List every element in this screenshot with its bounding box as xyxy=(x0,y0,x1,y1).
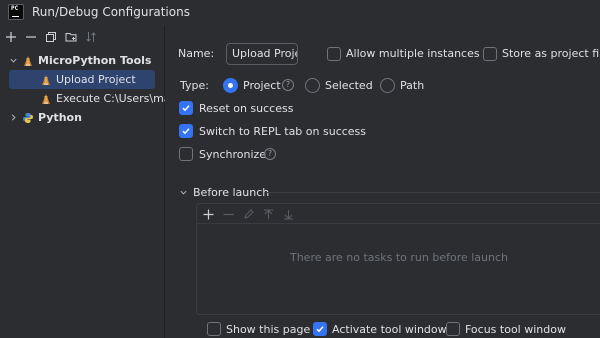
show-this-page-checkbox[interactable] xyxy=(207,322,221,336)
edit-task-icon[interactable] xyxy=(241,207,255,221)
before-launch-title[interactable]: Before launch xyxy=(193,186,269,199)
chevron-down-icon[interactable] xyxy=(8,56,18,66)
show-this-page-label: Show this page xyxy=(226,323,311,336)
add-icon[interactable] xyxy=(4,30,18,44)
before-launch-toolbar xyxy=(197,204,600,224)
synchronize-checkbox[interactable] xyxy=(179,147,193,161)
window-title: Run/Debug Configurations xyxy=(32,5,190,19)
tree-item-execute[interactable]: Execute C:\Users\malc xyxy=(9,89,165,108)
copy-icon[interactable] xyxy=(44,30,58,44)
move-down-icon[interactable] xyxy=(281,207,295,221)
new-folder-icon[interactable] xyxy=(64,30,78,44)
activate-tool-window-checkbox[interactable] xyxy=(313,322,327,336)
focus-tool-window-label: Focus tool window xyxy=(465,323,566,336)
tree-item-label: Execute C:\Users\malc xyxy=(56,92,165,105)
allow-multiple-checkbox[interactable] xyxy=(327,47,341,61)
tree-group-micropython-tools[interactable]: MicroPython Tools xyxy=(8,51,158,70)
pycharm-app-icon: PC xyxy=(8,4,24,20)
reset-on-success-label: Reset on success xyxy=(199,102,294,115)
store-as-project-file-label: Store as project file xyxy=(502,47,600,60)
type-selected-label: Selected xyxy=(325,79,373,92)
type-selected-radio[interactable] xyxy=(305,78,320,93)
micropython-tools-icon xyxy=(22,55,34,67)
tree-group-label: MicroPython Tools xyxy=(38,54,152,67)
section-divider xyxy=(266,192,600,193)
sort-icon[interactable] xyxy=(84,30,98,44)
tree-group-label: Python xyxy=(38,111,82,124)
type-path-radio[interactable] xyxy=(380,78,395,93)
store-as-project-file-checkbox[interactable] xyxy=(483,47,497,61)
title-bar: PC Run/Debug Configurations xyxy=(0,0,600,26)
tree-item-upload-project[interactable]: Upload Project xyxy=(9,70,155,89)
name-field[interactable]: Upload Proje xyxy=(226,43,298,65)
remove-task-icon[interactable] xyxy=(221,207,235,221)
reset-on-success-checkbox[interactable] xyxy=(179,101,193,115)
before-launch-tasks-panel: There are no tasks to run before launch xyxy=(196,203,600,315)
tree-toolbar xyxy=(0,26,164,50)
configurations-panel: MicroPython Tools Upload Project Execute… xyxy=(0,26,165,338)
focus-tool-window-checkbox[interactable] xyxy=(446,322,460,336)
help-icon[interactable]: ? xyxy=(264,148,276,160)
synchronize-label: Synchronize xyxy=(199,148,267,161)
configuration-form: Name: Upload Proje Allow multiple instan… xyxy=(166,26,600,338)
type-project-radio[interactable] xyxy=(223,78,238,93)
empty-tasks-message: There are no tasks to run before launch xyxy=(289,251,509,264)
remove-icon[interactable] xyxy=(24,30,38,44)
add-task-icon[interactable] xyxy=(201,207,215,221)
python-icon xyxy=(22,112,34,124)
type-path-label: Path xyxy=(400,79,425,92)
allow-multiple-label: Allow multiple instances xyxy=(346,47,480,60)
switch-to-repl-label: Switch to REPL tab on success xyxy=(199,125,367,138)
switch-to-repl-checkbox[interactable] xyxy=(179,124,193,138)
name-label: Name: xyxy=(178,47,215,60)
chevron-right-icon[interactable] xyxy=(8,113,18,123)
help-icon[interactable]: ? xyxy=(282,79,294,91)
tree-group-python[interactable]: Python xyxy=(8,108,158,127)
move-up-icon[interactable] xyxy=(261,207,275,221)
type-project-label: Project xyxy=(243,79,281,92)
activate-tool-window-label: Activate tool window xyxy=(332,323,447,336)
chevron-down-icon[interactable] xyxy=(179,187,189,197)
type-label: Type: xyxy=(180,79,209,92)
micropython-config-icon xyxy=(40,74,52,86)
tree-item-label: Upload Project xyxy=(56,73,136,86)
micropython-config-icon xyxy=(40,93,52,105)
